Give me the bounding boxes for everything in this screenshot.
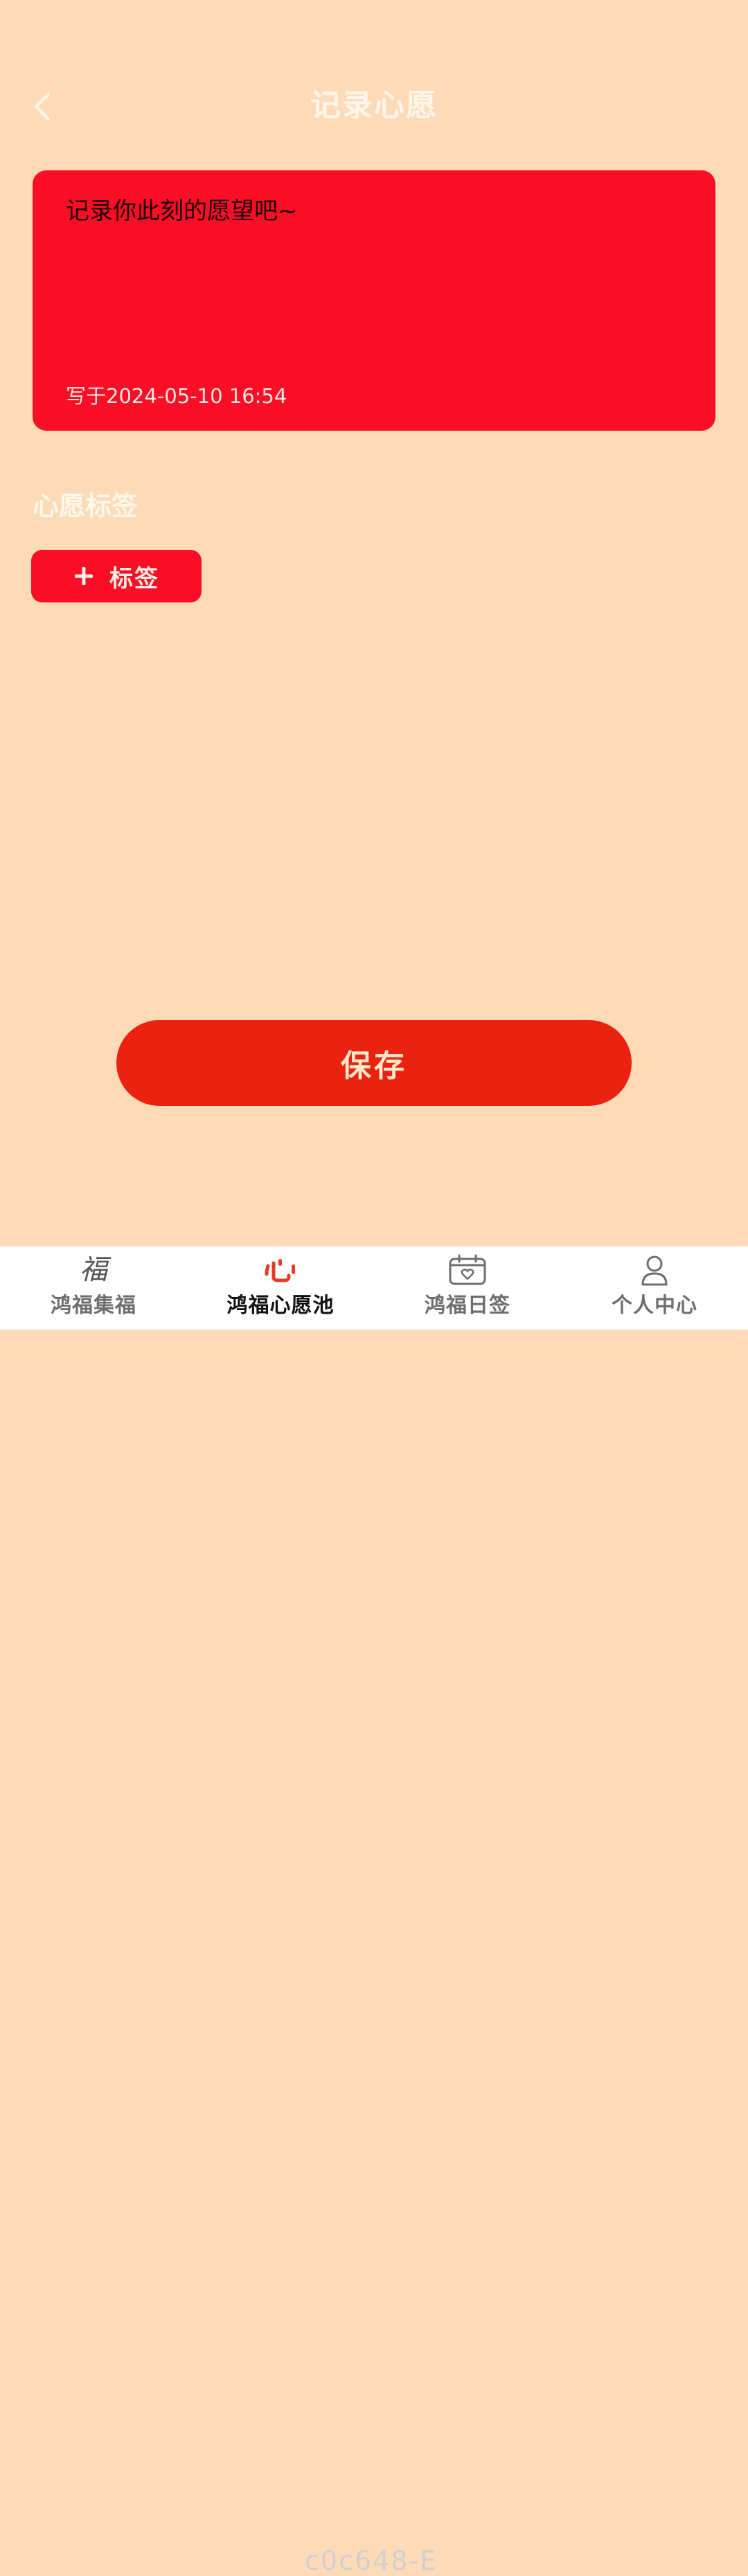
calendar-heart-icon xyxy=(448,1253,487,1287)
add-tag-button[interactable]: 标签 xyxy=(31,550,202,602)
nav-item-profile[interactable]: 个人中心 xyxy=(561,1246,748,1330)
add-tag-label: 标签 xyxy=(109,564,159,593)
fu-icon: 福 xyxy=(80,1254,107,1286)
nav-item-wish-pool[interactable]: 鸿福心愿池 xyxy=(187,1246,374,1330)
bottom-nav: 福 鸿福集福 鸿福心愿池 鸿福日签 个人中心 c0c648-E xyxy=(0,1246,748,2576)
person-icon xyxy=(635,1253,674,1287)
nav-label: 个人中心 xyxy=(612,1294,697,1318)
heart-wish-icon xyxy=(261,1253,300,1287)
nav-item-collect-fu[interactable]: 福 鸿福集福 xyxy=(0,1246,187,1330)
page-title: 记录心愿 xyxy=(310,88,438,123)
wish-tags-title: 心愿标签 xyxy=(33,491,139,521)
save-button[interactable]: 保存 xyxy=(116,1020,632,1106)
save-button-label: 保存 xyxy=(341,1048,407,1084)
wish-card: 记录你此刻的愿望吧~ 写于2024-05-10 16:54 xyxy=(33,170,715,431)
nav-item-daily-sign[interactable]: 鸿福日签 xyxy=(374,1246,561,1330)
plus-icon xyxy=(75,567,93,585)
wish-text-input[interactable]: 记录你此刻的愿望吧~ xyxy=(66,195,682,227)
nav-label: 鸿福日签 xyxy=(425,1294,510,1318)
nav-label: 鸿福集福 xyxy=(51,1294,136,1318)
watermark-text: c0c648-E xyxy=(305,2546,438,2576)
nav-label: 鸿福心愿池 xyxy=(226,1294,335,1318)
wish-written-time: 写于2024-05-10 16:54 xyxy=(66,384,287,408)
